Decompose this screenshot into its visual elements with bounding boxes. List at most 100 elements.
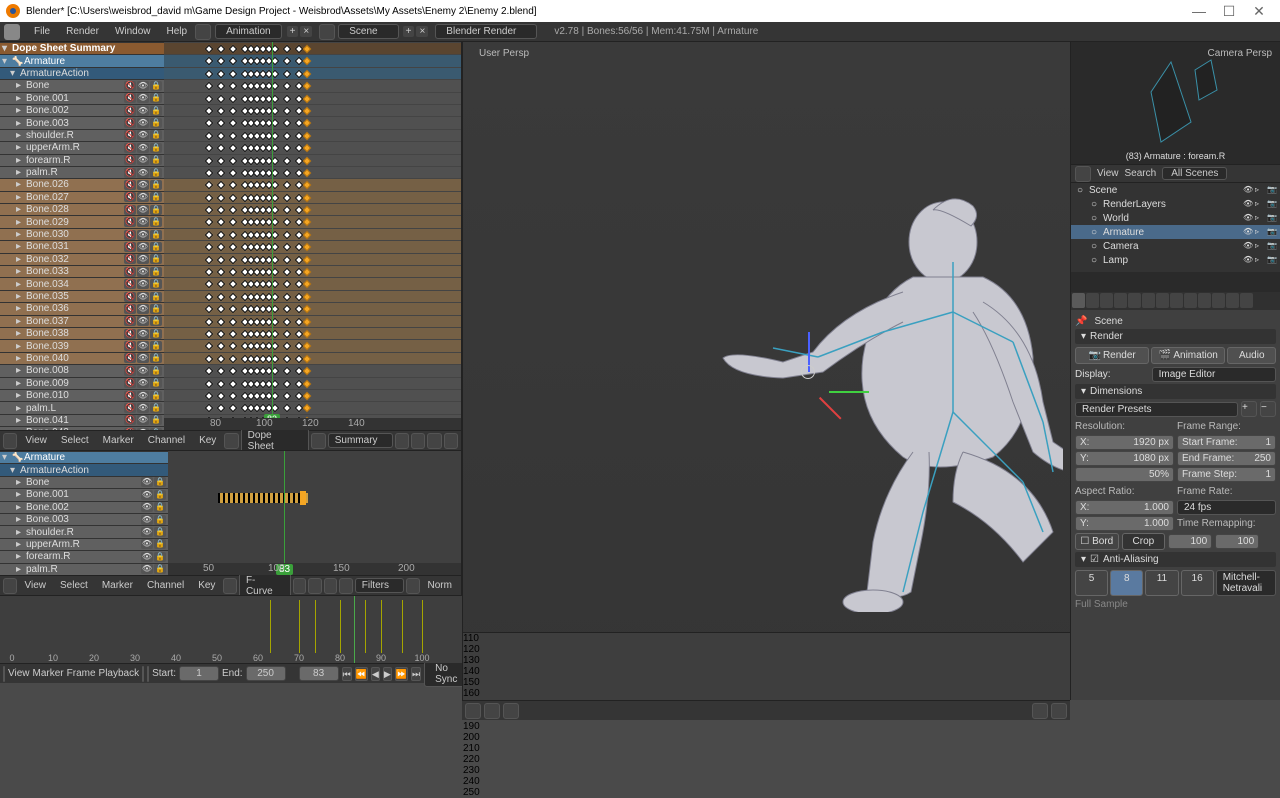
record-icon[interactable]	[147, 666, 149, 682]
out-menu-search[interactable]: Search	[1125, 168, 1157, 179]
render-animation-button[interactable]: 🎬Animation	[1151, 347, 1225, 364]
tl-editor-icon[interactable]	[3, 666, 5, 682]
props-tab-object[interactable]	[1128, 293, 1141, 308]
ds-bone-row[interactable]: ▸Bone.008🔇👁🔒	[0, 364, 164, 376]
ds-bone-row[interactable]: ▸palm.L🔇👁🔒	[0, 401, 164, 413]
display-mode-select[interactable]: Image Editor	[1152, 367, 1276, 382]
outliner-item[interactable]: ○Camera👁▹📷	[1071, 239, 1280, 253]
aa-16[interactable]: 16	[1181, 570, 1214, 596]
3d-viewport[interactable]: User Persp	[463, 42, 1070, 680]
ds-bone-row[interactable]: ▸Bone.027🔇👁🔒	[0, 191, 164, 203]
ds-bone-row[interactable]: ▸Bone.032🔇👁🔒	[0, 253, 164, 265]
render-audio-button[interactable]: Audio	[1227, 347, 1276, 364]
tl-menu-playback[interactable]: Playback	[99, 668, 140, 679]
ds-filter1[interactable]	[395, 433, 409, 449]
ds-bone-row[interactable]: ▸Bone.029🔇👁🔒	[0, 215, 164, 227]
scene-remove[interactable]: ×	[416, 26, 428, 37]
ds-action-link[interactable]	[311, 433, 325, 449]
ge-menu-key[interactable]: Key	[192, 580, 221, 591]
ds-filter3[interactable]	[427, 433, 441, 449]
graph-playhead[interactable]	[284, 451, 285, 575]
ge-norm[interactable]: Norm	[422, 580, 458, 591]
fcurve-handle[interactable]	[300, 491, 306, 505]
outliner-scope-select[interactable]: All Scenes	[1162, 167, 1227, 180]
graph-canvas[interactable]: 8350100150200	[168, 451, 461, 575]
ds-bone-row[interactable]: ▸Bone.037🔇👁🔒	[0, 315, 164, 327]
ge-filters[interactable]: Filters	[355, 578, 404, 593]
blender-logo-icon[interactable]	[4, 24, 20, 40]
editor-type-icon[interactable]	[3, 433, 17, 449]
pin-icon[interactable]: 📌	[1075, 316, 1087, 327]
render-button[interactable]: 📷Render	[1075, 347, 1149, 364]
menu-file[interactable]: File	[26, 26, 58, 37]
render-engine-select[interactable]: Blender Render	[435, 24, 537, 39]
aa-11[interactable]: 11	[1145, 570, 1178, 596]
ge-norm-icon[interactable]	[406, 578, 420, 594]
ds-bone-row[interactable]: ▸Bone.041🔇👁🔒	[0, 414, 164, 426]
outliner-item[interactable]: ○Lamp👁▹📷	[1071, 253, 1280, 267]
res-x-field[interactable]: X:1920 px	[1075, 435, 1174, 450]
ds-bone-row[interactable]: ▸shoulder.R🔇👁🔒	[0, 129, 164, 141]
screen-layout-icon[interactable]	[195, 24, 211, 40]
close-button[interactable]: ✕	[1244, 3, 1274, 20]
ds-bone-row[interactable]: ▸Bone.028🔇👁🔒	[0, 203, 164, 215]
ds-bone-row[interactable]: ▸upperArm.R🔇👁🔒	[0, 141, 164, 153]
character-mesh[interactable]	[643, 182, 1063, 612]
ds-bone-row[interactable]: ▸Bone.001🔇👁🔒	[0, 92, 164, 104]
play-button[interactable]: ▶	[383, 667, 392, 681]
tl-key-icon[interactable]	[465, 703, 481, 719]
props-tab-modifiers[interactable]	[1156, 293, 1169, 308]
ds-bone-row[interactable]: ▸Bone.036🔇👁🔒	[0, 302, 164, 314]
outliner-item[interactable]: ○Armature👁▹📷	[1071, 225, 1280, 239]
tl-menu-marker[interactable]: Marker	[33, 668, 64, 679]
fps-select[interactable]: 24 fps	[1177, 500, 1276, 515]
layout-add[interactable]: +	[287, 26, 299, 37]
ds-armature-row[interactable]: ▾🦴Armature	[0, 54, 164, 66]
res-pct-field[interactable]: 50%	[1075, 467, 1174, 482]
menu-help[interactable]: Help	[159, 26, 196, 37]
ds-bone-row[interactable]: ▸Bone.034🔇👁🔒	[0, 277, 164, 289]
ds-menu-key[interactable]: Key	[193, 435, 222, 446]
tl-menu-frame[interactable]: Frame	[67, 668, 96, 679]
remap-old[interactable]: 100	[1168, 534, 1212, 549]
ds-mode-icon[interactable]	[224, 433, 238, 449]
aa-8[interactable]: 8	[1110, 570, 1143, 596]
ge-menu-view[interactable]: View	[19, 580, 53, 591]
maximize-button[interactable]: ☐	[1214, 3, 1244, 20]
render-presets-select[interactable]: Render Presets	[1075, 402, 1238, 417]
out-menu-view[interactable]: View	[1097, 168, 1119, 179]
outliner-item[interactable]: ○World👁▹📷	[1071, 211, 1280, 225]
aa-filter-select[interactable]: Mitchell-Netravali	[1216, 570, 1276, 596]
ge-toggle1[interactable]	[293, 578, 307, 594]
ds-bone-row[interactable]: ▸Bone.030🔇👁🔒	[0, 228, 164, 240]
summary-toggle[interactable]: Summary	[328, 433, 393, 448]
ds-filter4[interactable]	[444, 433, 458, 449]
keyframe-next-button[interactable]: ⏩	[395, 667, 408, 681]
menu-render[interactable]: Render	[58, 26, 107, 37]
ds-bone-row[interactable]: ▸palm.R🔇👁🔒	[0, 166, 164, 178]
tl-extra2[interactable]	[484, 703, 500, 719]
tl-extra4[interactable]	[1032, 703, 1048, 719]
ds-bone-row[interactable]: ▸forearm.R🔇👁🔒	[0, 154, 164, 166]
secondary-viewport[interactable]: Camera Persp (83) Armature : foream.R	[1071, 42, 1280, 164]
ds-action-row[interactable]: ▾ArmatureAction	[0, 67, 164, 79]
tl-extra5[interactable]	[1051, 703, 1067, 719]
ds-menu-view[interactable]: View	[19, 435, 53, 446]
ds-bone-row[interactable]: ▸Bone.033🔇👁🔒	[0, 265, 164, 277]
tl-extra3[interactable]	[503, 703, 519, 719]
props-tab-particles[interactable]	[1226, 293, 1239, 308]
props-tab-world[interactable]	[1114, 293, 1127, 308]
ds-bone-row[interactable]: ▸Bone.009🔇👁🔒	[0, 377, 164, 389]
ds-menu-channel[interactable]: Channel	[142, 435, 191, 446]
ds-bone-row[interactable]: ▸Bone.010🔇👁🔒	[0, 389, 164, 401]
props-tab-data[interactable]	[1170, 293, 1183, 308]
ge-editor-icon[interactable]	[3, 578, 17, 594]
start-frame-field[interactable]: 1	[179, 666, 219, 681]
minimize-button[interactable]: —	[1184, 3, 1214, 19]
props-tab-texture[interactable]	[1212, 293, 1225, 308]
scene-icon[interactable]	[319, 24, 335, 40]
jump-end-button[interactable]: ⏭	[411, 667, 421, 681]
ds-bone-row[interactable]: ▸Bone.038🔇👁🔒	[0, 327, 164, 339]
ds-bone-row[interactable]: ▸Bone.003🔇👁🔒	[0, 116, 164, 128]
dopesheet-channel-list[interactable]: ▾Dope Sheet Summary ▾🦴Armature ▾Armature…	[0, 42, 164, 430]
